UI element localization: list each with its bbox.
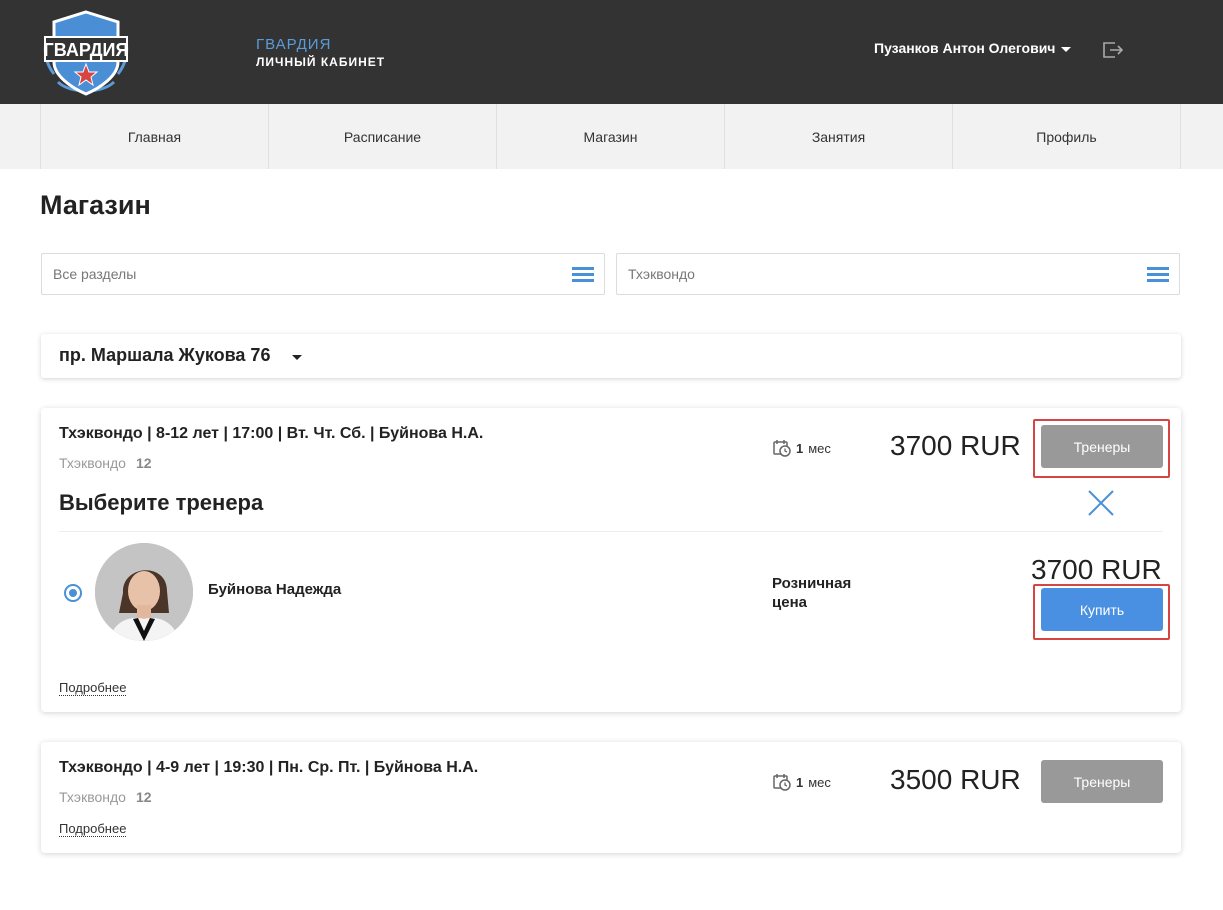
nav-item-classes[interactable]: Занятия bbox=[725, 104, 953, 169]
section-select-placeholder: Все разделы bbox=[53, 266, 137, 282]
user-menu[interactable]: Пузанков Антон Олегович bbox=[874, 40, 1072, 56]
duration-number: 1 bbox=[796, 774, 804, 790]
nav-item-profile[interactable]: Профиль bbox=[953, 104, 1181, 169]
product-card: Тхэквондо | 8-12 лет | 17:00 | Вт. Чт. С… bbox=[41, 408, 1181, 712]
product-category: Тхэквондо 12 bbox=[59, 789, 152, 805]
product-duration: 1 мес bbox=[773, 439, 831, 457]
product-count: 12 bbox=[135, 455, 152, 471]
retail-price-label: Розничная цена bbox=[772, 575, 852, 611]
shield-logo-icon: ГВАРДИЯ bbox=[44, 10, 129, 96]
coach-photo bbox=[95, 543, 193, 641]
activity-select[interactable]: Тхэквондо bbox=[616, 253, 1180, 295]
coach-price: 3700 RUR bbox=[1031, 554, 1162, 585]
product-price: 3500 RUR bbox=[890, 764, 1021, 795]
duration-number: 1 bbox=[796, 440, 804, 456]
header-bar: ГВАРДИЯ ГВАРДИЯ ЛИЧНЫЙ КАБИНЕТ Пузанков … bbox=[0, 0, 1223, 104]
coach-name: Буйнова Надежда bbox=[208, 581, 342, 598]
brand-name: ГВАРДИЯ bbox=[256, 36, 332, 53]
user-name: Пузанков Антон Олегович bbox=[874, 40, 1056, 56]
chevron-down-icon bbox=[1061, 46, 1072, 52]
highlight-frame bbox=[1033, 419, 1170, 478]
nav-item-schedule[interactable]: Расписание bbox=[269, 104, 497, 169]
nav-item-home[interactable]: Главная bbox=[41, 104, 269, 169]
nav-item-shop[interactable]: Магазин bbox=[497, 104, 725, 169]
product-category-label: Тхэквондо bbox=[59, 789, 126, 805]
coach-radio[interactable] bbox=[64, 584, 82, 602]
product-duration: 1 мес bbox=[773, 773, 831, 791]
address-label: пр. Маршала Жукова 76 bbox=[59, 345, 271, 365]
section-select[interactable]: Все разделы bbox=[41, 253, 605, 295]
svg-text:ГВАРДИЯ: ГВАРДИЯ bbox=[44, 40, 129, 60]
activity-select-placeholder: Тхэквондо bbox=[628, 266, 695, 282]
address-select[interactable]: пр. Маршала Жукова 76 bbox=[41, 334, 1181, 378]
chevron-down-icon bbox=[292, 355, 302, 360]
product-category: Тхэквондо 12 bbox=[59, 455, 152, 471]
choose-coach-heading: Выберите тренера bbox=[59, 490, 264, 515]
brand-subtitle: ЛИЧНЫЙ КАБИНЕТ bbox=[256, 55, 386, 69]
product-price: 3700 RUR bbox=[890, 430, 1021, 461]
duration-unit: мес bbox=[808, 774, 831, 790]
product-card: Тхэквондо | 4-9 лет | 19:30 | Пн. Ср. Пт… bbox=[41, 742, 1181, 853]
menu-icon bbox=[572, 267, 594, 283]
duration-unit: мес bbox=[808, 440, 831, 456]
product-category-label: Тхэквондо bbox=[59, 455, 126, 471]
menu-icon bbox=[1147, 267, 1169, 283]
logout-icon[interactable] bbox=[1102, 40, 1124, 60]
main-nav: Главная Расписание Магазин Занятия Профи… bbox=[0, 104, 1223, 169]
coach-avatar bbox=[95, 543, 193, 641]
close-icon[interactable] bbox=[1087, 489, 1115, 517]
divider bbox=[59, 531, 1163, 532]
page-title: Магазин bbox=[40, 190, 151, 220]
coaches-button[interactable]: Тренеры bbox=[1041, 760, 1163, 803]
product-count: 12 bbox=[135, 789, 152, 805]
highlight-frame bbox=[1033, 584, 1170, 640]
more-link[interactable]: Подробнее bbox=[59, 821, 127, 837]
product-title: Тхэквондо | 8-12 лет | 17:00 | Вт. Чт. С… bbox=[59, 425, 484, 442]
product-title: Тхэквондо | 4-9 лет | 19:30 | Пн. Ср. Пт… bbox=[59, 759, 479, 776]
logo[interactable]: ГВАРДИЯ bbox=[40, 4, 132, 100]
more-link[interactable]: Подробнее bbox=[59, 680, 127, 696]
calendar-clock-icon bbox=[773, 440, 791, 457]
calendar-clock-icon bbox=[773, 774, 791, 791]
brand: ГВАРДИЯ ЛИЧНЫЙ КАБИНЕТ bbox=[256, 36, 385, 69]
